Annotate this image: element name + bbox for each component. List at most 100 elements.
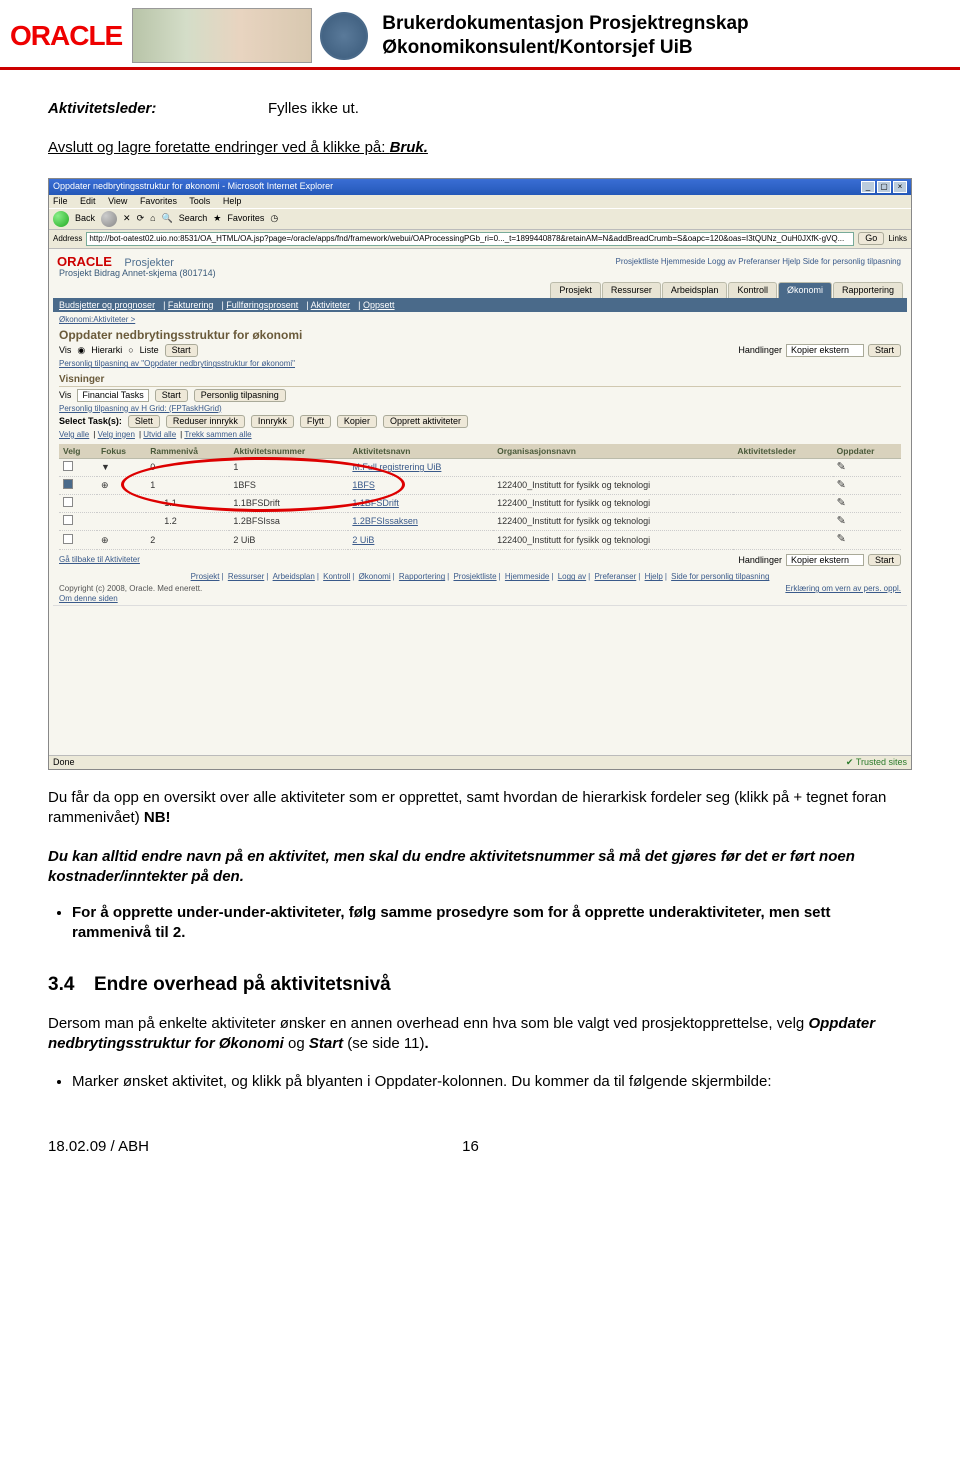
menu-tools[interactable]: Tools [189, 196, 210, 206]
pencil-icon[interactable]: ✎ [833, 531, 901, 549]
project-subtitle: Prosjekt Bidrag Annet-skjema (801714) [59, 268, 901, 279]
back-icon[interactable] [53, 211, 69, 227]
subtab-budsjetter[interactable]: Budsjetter og prognoser [59, 300, 155, 310]
links-label[interactable]: Links [888, 234, 907, 244]
tab-okonomi[interactable]: Økonomi [778, 282, 832, 298]
start-button[interactable]: Start [165, 344, 198, 357]
pencil-icon[interactable]: ✎ [833, 476, 901, 494]
go-button[interactable]: Go [858, 232, 884, 245]
vis2-select[interactable]: Financial Tasks [77, 389, 148, 402]
bl-11[interactable]: Side for personlig tilpasning [671, 572, 769, 581]
favorites-label[interactable]: Favorites [227, 213, 264, 224]
bl-4[interactable]: Økonomi [359, 572, 391, 581]
row-checkbox[interactable] [63, 534, 73, 544]
bl-2[interactable]: Arbeidsplan [273, 572, 315, 581]
radio-liste[interactable]: ○ [128, 345, 133, 356]
search-icon[interactable]: 🔍 [162, 213, 173, 224]
activity-table: Velg Fokus Rammenivå Aktivitetsnummer Ak… [59, 444, 901, 550]
bl-7[interactable]: Hjemmeside [505, 572, 549, 581]
erklaering-link[interactable]: Erklæring om vern av pers. oppl. [785, 584, 901, 593]
menu-file[interactable]: File [53, 196, 68, 206]
hgrid-link[interactable]: Personlig tilpasning av H Grid: (FPTaskH… [59, 404, 901, 414]
subtab-aktiv[interactable]: Aktiviteter [311, 300, 351, 310]
cell-org: 122400_Institutt for fysikk og teknologi [493, 531, 733, 549]
history-icon[interactable]: ◷ [270, 213, 278, 224]
start-button-2[interactable]: Start [868, 344, 901, 357]
btn-flytt[interactable]: Flytt [300, 415, 331, 428]
tab-ressurser[interactable]: Ressurser [602, 282, 661, 298]
menu-edit[interactable]: Edit [80, 196, 96, 206]
back-label[interactable]: Back [75, 213, 95, 224]
personalize-link-1[interactable]: Personlig tilpasning av "Oppdater nedbry… [59, 359, 901, 369]
cell-org: 122400_Institutt for fysikk og teknologi [493, 513, 733, 531]
bl-1[interactable]: Ressurser [228, 572, 264, 581]
bl-0[interactable]: Prosjekt [191, 572, 220, 581]
bl-8[interactable]: Logg av [558, 572, 586, 581]
search-label[interactable]: Search [179, 213, 208, 224]
trusted-icon: ✔ [846, 757, 854, 767]
breadcrumb[interactable]: Økonomi:Aktiviteter > [59, 315, 901, 325]
home-icon[interactable]: ⌂ [150, 213, 155, 224]
row-checkbox[interactable] [63, 461, 73, 471]
bl-6[interactable]: Prosjektliste [453, 572, 496, 581]
bl-10[interactable]: Hjelp [645, 572, 663, 581]
bl-9[interactable]: Preferanser [594, 572, 636, 581]
pencil-icon[interactable]: ✎ [833, 495, 901, 513]
focus-icon[interactable]: ▼ [97, 458, 146, 476]
minimize-icon[interactable]: _ [861, 181, 875, 193]
top-links[interactable]: Prosjektliste Hjemmeside Logg av Prefera… [53, 257, 907, 267]
om-siden-link[interactable]: Om denne siden [59, 594, 118, 603]
btn-kopier[interactable]: Kopier [337, 415, 377, 428]
btn-reduser[interactable]: Reduser innrykk [166, 415, 245, 428]
pers-tilp-button[interactable]: Personlig tilpasning [194, 389, 286, 402]
row-checkbox[interactable] [63, 479, 73, 489]
tab-kontroll[interactable]: Kontroll [728, 282, 777, 298]
handlinger-select-2[interactable]: Kopier ekstern [786, 554, 864, 567]
main-tabs: Prosjekt Ressurser Arbeidsplan Kontroll … [57, 282, 903, 298]
maximize-icon[interactable]: ▢ [877, 181, 891, 193]
start-button-4[interactable]: Start [868, 554, 901, 567]
cell-aktivitetsnavn: 2 UiB [348, 531, 493, 549]
start-button-3[interactable]: Start [155, 389, 188, 402]
link-trekk[interactable]: Trekk sammen alle [184, 430, 251, 439]
focus-icon[interactable]: ⊕ [97, 531, 146, 549]
link-velg-alle[interactable]: Velg alle [59, 430, 89, 439]
address-input[interactable] [86, 232, 854, 246]
subtab-fullf[interactable]: Fullføringsprosent [226, 300, 298, 310]
menu-view[interactable]: View [108, 196, 127, 206]
bl-3[interactable]: Kontroll [323, 572, 350, 581]
back-link[interactable]: Gå tilbake til Aktiviteter [59, 555, 140, 565]
favorites-icon[interactable]: ★ [213, 213, 221, 224]
refresh-icon[interactable]: ⟳ [137, 213, 145, 224]
focus-icon[interactable]: ⊕ [97, 476, 146, 494]
link-velg-ingen[interactable]: Velg ingen [98, 430, 135, 439]
heading-3-4: 3.4 Endre overhead på aktivitetsnivå [48, 974, 912, 996]
btn-innrykk[interactable]: Innrykk [251, 415, 294, 428]
row-checkbox[interactable] [63, 497, 73, 507]
focus-icon[interactable] [97, 513, 146, 531]
handlinger-select[interactable]: Kopier ekstern [786, 344, 864, 357]
bottom-links: Prosjekt| Ressurser| Arbeidsplan| Kontro… [53, 568, 907, 582]
tab-rapportering[interactable]: Rapportering [833, 282, 903, 298]
link-utvid[interactable]: Utvid alle [143, 430, 176, 439]
tab-arbeidsplan[interactable]: Arbeidsplan [662, 282, 728, 298]
menu-favorites[interactable]: Favorites [140, 196, 177, 206]
bl-5[interactable]: Rapportering [399, 572, 445, 581]
focus-icon[interactable] [97, 495, 146, 513]
subtab-oppsett[interactable]: Oppsett [363, 300, 395, 310]
pencil-icon[interactable]: ✎ [833, 513, 901, 531]
bullet-list-1: For å opprette under-under-aktiviteter, … [52, 903, 912, 944]
close-icon[interactable]: × [893, 181, 907, 193]
menu-help[interactable]: Help [223, 196, 242, 206]
cell-org: 122400_Institutt for fysikk og teknologi [493, 476, 733, 494]
radio-hierarki[interactable]: ◉ [77, 345, 85, 356]
forward-icon[interactable] [101, 211, 117, 227]
subtab-fakt[interactable]: Fakturering [168, 300, 214, 310]
header-photo [132, 8, 312, 63]
btn-opprett[interactable]: Opprett aktiviteter [383, 415, 468, 428]
tab-prosjekt[interactable]: Prosjekt [550, 282, 601, 298]
row-checkbox[interactable] [63, 515, 73, 525]
stop-icon[interactable]: ✕ [123, 213, 131, 224]
pencil-icon[interactable]: ✎ [833, 458, 901, 476]
btn-slett[interactable]: Slett [128, 415, 160, 428]
